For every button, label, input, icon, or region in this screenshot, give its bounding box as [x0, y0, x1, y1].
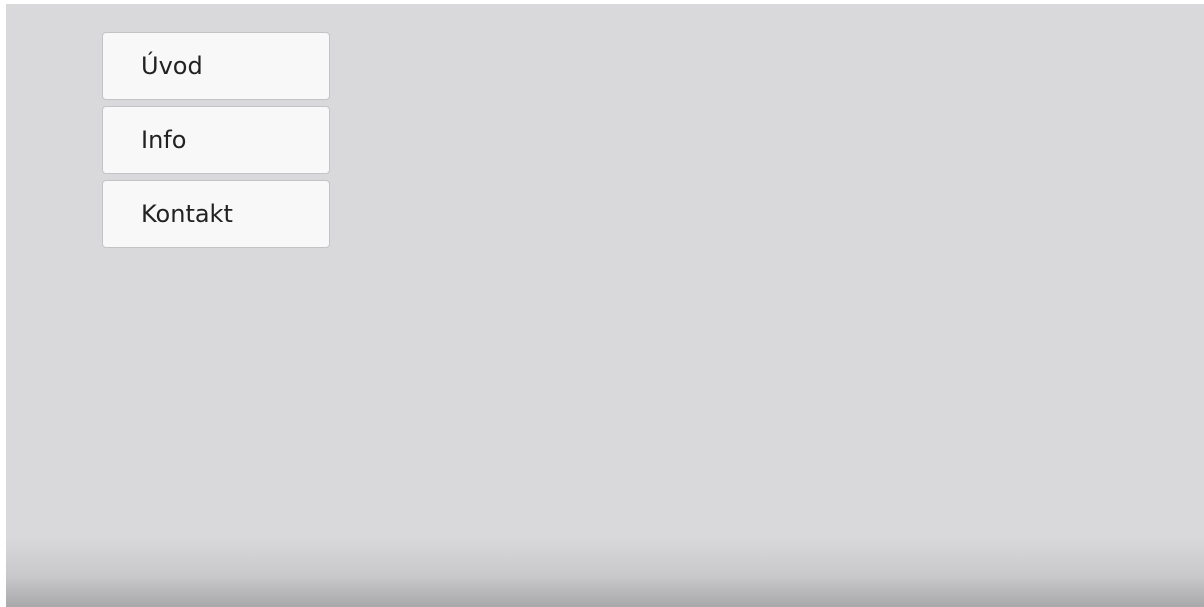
nav-menu: Úvod Info Kontakt: [102, 32, 330, 248]
nav-item-uvod[interactable]: Úvod: [102, 32, 330, 100]
nav-item-label: Úvod: [141, 52, 203, 80]
page-viewport: Úvod Info Kontakt: [6, 4, 1204, 607]
bottom-shadow: [6, 537, 1204, 607]
nav-item-info[interactable]: Info: [102, 106, 330, 174]
nav-item-label: Info: [141, 126, 187, 154]
nav-item-kontakt[interactable]: Kontakt: [102, 180, 330, 248]
nav-item-label: Kontakt: [141, 200, 233, 228]
